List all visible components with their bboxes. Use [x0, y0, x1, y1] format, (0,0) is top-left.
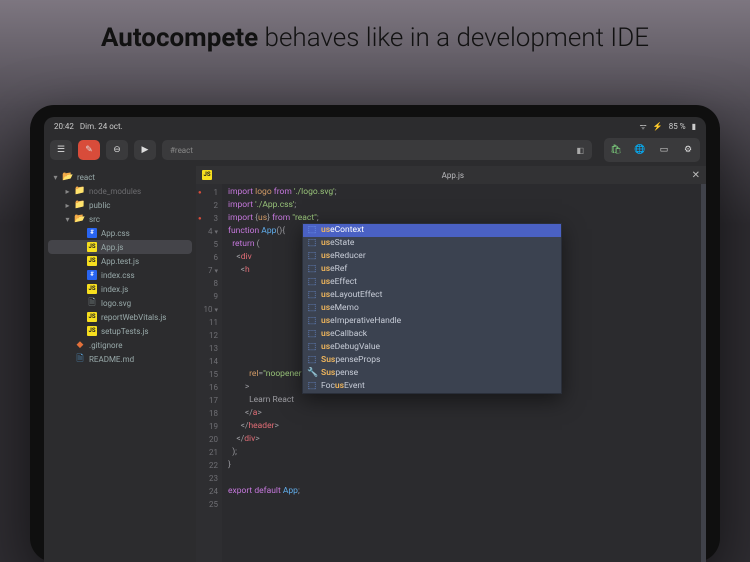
collapse-button[interactable]: ⊖: [106, 140, 128, 160]
close-tab-button[interactable]: ✕: [692, 170, 700, 181]
autocomplete-item[interactable]: ⬚useCallback: [303, 328, 561, 341]
autocomplete-item[interactable]: ⬚useContext: [303, 224, 561, 237]
autocomplete-item[interactable]: ⬚FocusEvent: [303, 380, 561, 393]
editor-scrollbar[interactable]: [701, 184, 706, 562]
tree-node-reportWebVitals-js[interactable]: JSreportWebVitals.js: [48, 310, 192, 324]
tree-node-index-js[interactable]: JSindex.js: [48, 282, 192, 296]
tree-node-public[interactable]: ▸📁public: [48, 198, 192, 212]
address-text: #react: [170, 146, 193, 155]
tree-node-setupTests-js[interactable]: JSsetupTests.js: [48, 324, 192, 338]
tree-node-App-test-js[interactable]: JSApp.test.js: [48, 254, 192, 268]
toolbar-right-group: 🛍 🌐 ▭ ⚙: [604, 138, 700, 162]
autocomplete-item[interactable]: ⬚useImperativeHandle: [303, 315, 561, 328]
autocomplete-item[interactable]: ⬚useDebugValue: [303, 341, 561, 354]
app-icon[interactable]: ✎: [78, 140, 100, 160]
tree-node-react[interactable]: ▾📂react: [48, 170, 192, 184]
autocomplete-item[interactable]: ⬚SuspenseProps: [303, 354, 561, 367]
autocomplete-item[interactable]: 🔧Suspense: [303, 367, 561, 380]
tab-filename[interactable]: App.js: [220, 171, 686, 180]
tree-node-App-css[interactable]: #App.css: [48, 226, 192, 240]
tree-node-App-js[interactable]: JSApp.js: [48, 240, 192, 254]
globe-button[interactable]: 🌐: [630, 140, 650, 160]
address-end-icon[interactable]: ◧: [576, 146, 584, 155]
tablet-frame: 20:42 Dim. 24 oct. ᯤ ⚡ 85 % ▮ ☰ ✎ ⊖ ▶ #r…: [30, 105, 720, 562]
run-button[interactable]: ▶: [134, 140, 156, 160]
js-icon: JS: [202, 170, 212, 180]
autocomplete-item[interactable]: ⬚useMemo: [303, 302, 561, 315]
autocomplete-item[interactable]: ⬚useRef: [303, 263, 561, 276]
tree-node-src[interactable]: ▾📂src: [48, 212, 192, 226]
store-button[interactable]: 🛍: [606, 140, 626, 160]
tree-node-README-md[interactable]: 🗎README.md: [48, 352, 192, 366]
editor: JS App.js ✕ 1234567891011121314151617181…: [196, 166, 706, 562]
tree-node-logo-svg[interactable]: 🗎logo.svg: [48, 296, 192, 310]
charge-icon: ⚡: [653, 122, 663, 131]
status-date: Dim. 24 oct.: [80, 122, 123, 131]
autocomplete-item[interactable]: ⬚useEffect: [303, 276, 561, 289]
tab-bar: JS App.js ✕: [196, 166, 706, 184]
autocomplete-item[interactable]: ⬚useState: [303, 237, 561, 250]
address-bar[interactable]: #react ◧: [162, 140, 592, 160]
status-bar: 20:42 Dim. 24 oct. ᯤ ⚡ 85 % ▮: [44, 117, 706, 134]
settings-button[interactable]: ⚙: [678, 140, 698, 160]
file-tree: ▾📂react▸📁node_modules▸📁public▾📂src#App.c…: [44, 166, 196, 562]
autocomplete-popup[interactable]: ⬚useContext⬚useState⬚useReducer⬚useRef⬚u…: [302, 223, 562, 394]
battery-icon: ▮: [692, 122, 696, 131]
autocomplete-item[interactable]: ⬚useReducer: [303, 250, 561, 263]
status-time: 20:42: [54, 122, 74, 131]
tree-node-node_modules[interactable]: ▸📁node_modules: [48, 184, 192, 198]
autocomplete-item[interactable]: ⬚useLayoutEffect: [303, 289, 561, 302]
preview-button[interactable]: ▭: [654, 140, 674, 160]
sidebar-toggle-button[interactable]: ☰: [50, 140, 72, 160]
line-gutter: 1234567891011121314151617181920212223242…: [196, 184, 222, 562]
wifi-icon: ᯤ: [639, 121, 646, 132]
screen: 20:42 Dim. 24 oct. ᯤ ⚡ 85 % ▮ ☰ ✎ ⊖ ▶ #r…: [44, 117, 706, 562]
toolbar: ☰ ✎ ⊖ ▶ #react ◧ 🛍 🌐 ▭ ⚙: [44, 134, 706, 166]
tree-node--gitignore[interactable]: ◆.gitignore: [48, 338, 192, 352]
battery-text: 85 %: [669, 122, 686, 131]
tree-node-index-css[interactable]: #index.css: [48, 268, 192, 282]
marketing-headline: Autocompete behaves like in a developmen…: [0, 0, 750, 55]
